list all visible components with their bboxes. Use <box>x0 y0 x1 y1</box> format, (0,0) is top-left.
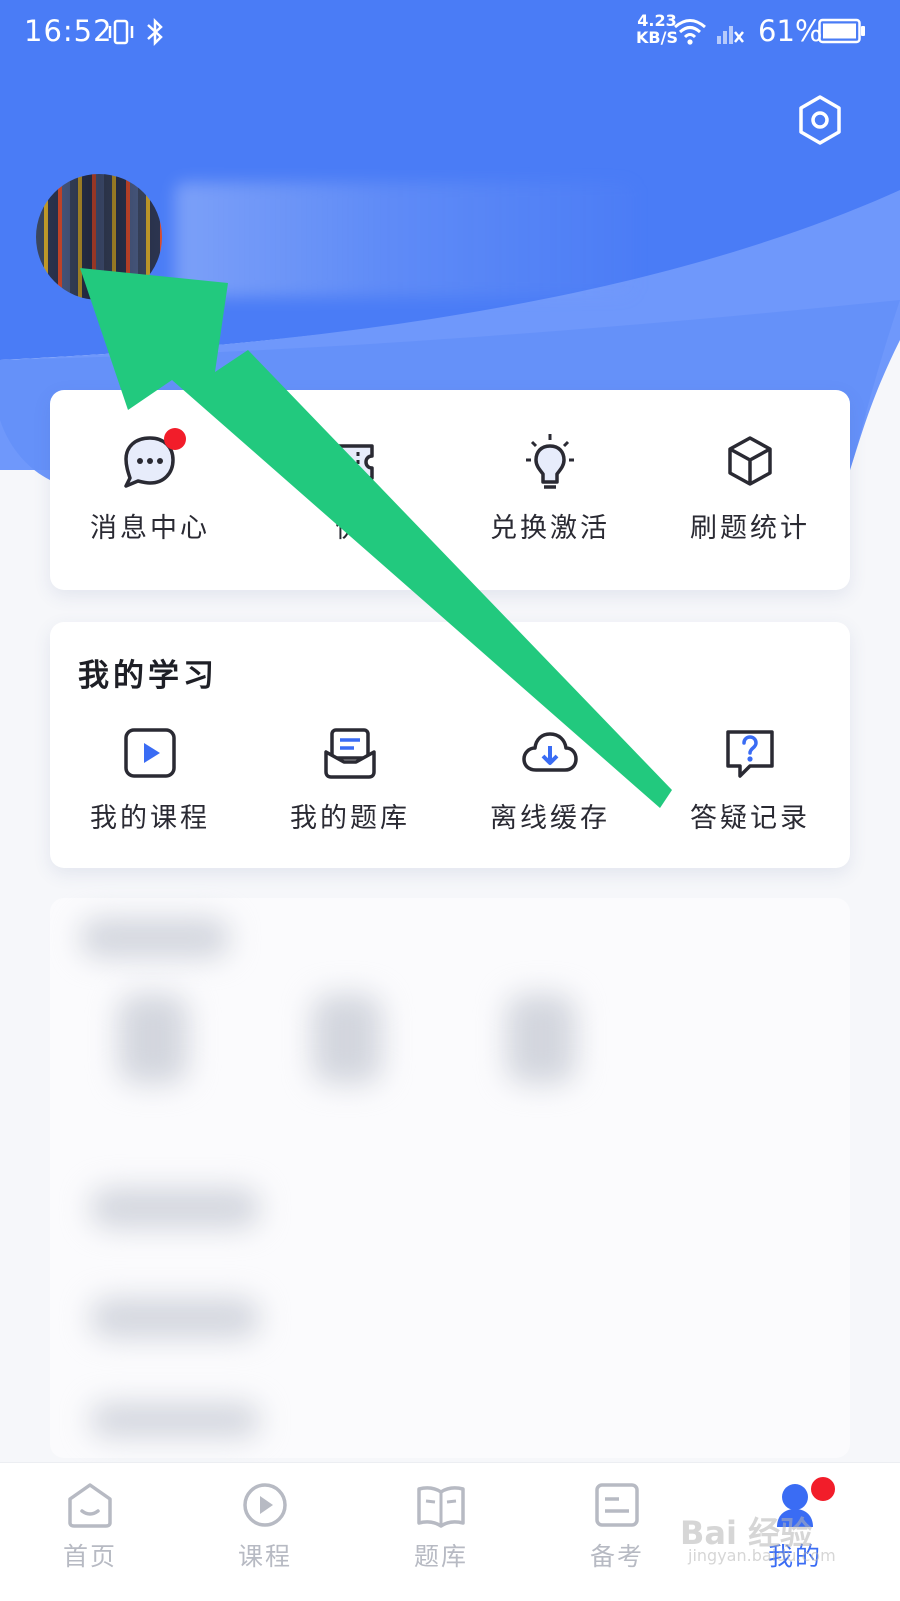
blurred-item <box>506 994 576 1084</box>
nav-home[interactable]: 首页 <box>30 1481 150 1573</box>
book-icon <box>417 1486 465 1528</box>
my-courses-button[interactable]: 我的课程 <box>50 726 250 835</box>
practice-stats-button[interactable]: 刷题统计 <box>650 432 850 545</box>
notification-badge <box>164 428 186 450</box>
nav-badge <box>809 1475 837 1503</box>
blurred-item <box>312 994 382 1084</box>
cube-icon <box>728 436 772 486</box>
my-question-bank-button[interactable]: 我的题库 <box>250 726 450 835</box>
redeem-activate-button[interactable]: 兑换激活 <box>450 432 650 545</box>
lightbulb-icon <box>526 434 574 489</box>
nav-mine[interactable]: 我的 <box>735 1475 855 1573</box>
blurred-row <box>90 1298 260 1338</box>
my-study-card: 我的学习 我的课程 我的题库 离线缓存 答疑记录 <box>50 622 850 868</box>
cloud-download-icon <box>522 732 578 772</box>
question-bank-icon <box>324 728 376 779</box>
my-study-title: 我的学习 <box>78 658 218 694</box>
wifi-icon <box>672 14 708 48</box>
blurred-row <box>90 1403 260 1437</box>
user-avatar[interactable] <box>36 174 162 300</box>
play-box-icon <box>124 728 176 778</box>
notes-icon <box>595 1483 639 1527</box>
nav-exam-prep[interactable]: 备考 <box>557 1481 677 1573</box>
blurred-item <box>118 994 188 1084</box>
blurred-heading <box>80 918 230 958</box>
bluetooth-icon <box>142 16 168 48</box>
blurred-row <box>90 1188 260 1228</box>
bottom-navigation: 首页 课程 题库 备考 我的 <box>0 1462 900 1601</box>
offline-cache-button[interactable]: 离线缓存 <box>450 726 650 835</box>
battery-percent: 61% <box>758 14 823 48</box>
blurred-content-area <box>50 898 850 1458</box>
signal-off-icon <box>714 16 746 48</box>
ticket-icon <box>326 444 374 480</box>
settings-hexagon-icon[interactable] <box>792 92 848 148</box>
quick-actions-card: 消息中心 优 兑换激活 刷题统计 <box>50 390 850 590</box>
vibrate-icon <box>106 16 136 48</box>
nav-courses[interactable]: 课程 <box>205 1481 325 1573</box>
question-bubble-icon <box>726 730 774 778</box>
battery-icon <box>818 16 866 46</box>
message-center-button[interactable]: 消息中心 <box>50 428 250 545</box>
nav-question-bank[interactable]: 题库 <box>381 1481 501 1573</box>
username-blurred <box>175 182 635 297</box>
home-icon <box>68 1483 112 1528</box>
play-circle-icon <box>243 1483 287 1527</box>
qa-records-button[interactable]: 答疑记录 <box>650 726 850 835</box>
status-time: 16:52 <box>24 14 113 48</box>
coupon-button[interactable]: 优 <box>250 432 450 545</box>
